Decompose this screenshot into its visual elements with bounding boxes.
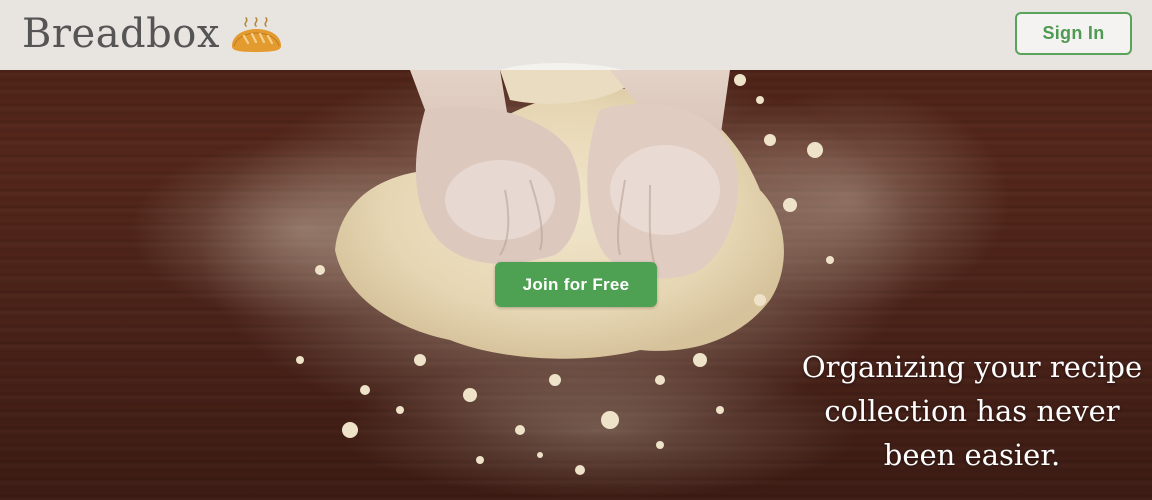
bread-loaf-icon xyxy=(231,17,281,52)
join-for-free-button[interactable]: Join for Free xyxy=(495,262,657,307)
brand-name: Breadbox xyxy=(22,11,220,57)
brand-logo[interactable]: Breadbox xyxy=(22,6,284,62)
hero-tagline: Organizing your recipe collection has ne… xyxy=(801,350,1143,472)
sign-in-button[interactable]: Sign In xyxy=(1015,12,1132,55)
site-header: Breadbox Sign In xyxy=(0,0,1152,70)
